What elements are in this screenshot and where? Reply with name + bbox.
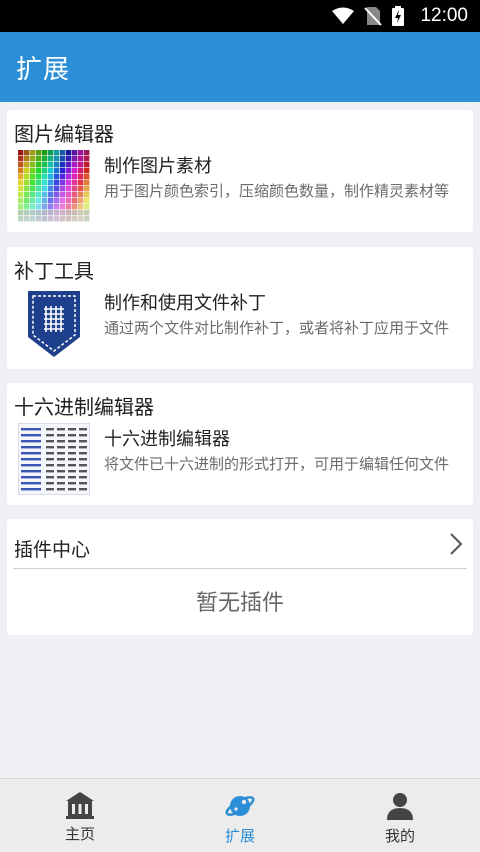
nav-item-profile[interactable]: 我的 — [320, 779, 480, 852]
patch-badge-icon — [28, 291, 80, 357]
app-bar: 扩展 — [0, 32, 480, 102]
nav-label-profile: 我的 — [384, 827, 415, 845]
nav-item-home[interactable]: 主页 — [0, 779, 160, 852]
plugin-center-card: 插件中心 暂无插件 — [7, 519, 473, 635]
nav-label-home: 主页 — [64, 825, 95, 843]
patch-tool-card[interactable]: 补丁工具 制作和使用文件补丁 通过两个文件对比制作补丁，或者将补丁应用于文件 — [7, 247, 473, 369]
clock: 12:00 — [420, 5, 468, 26]
home-icon — [66, 792, 94, 819]
status-bar: 12:00 — [0, 0, 480, 32]
hex-editor-section-title: 十六进制编辑器 — [14, 395, 154, 419]
image-editor-title: 制作图片素材 — [104, 156, 212, 177]
image-editor-description: 用于图片颜色索引，压缩颜色数量，制作精灵素材等 — [104, 182, 450, 200]
wifi-icon — [332, 7, 355, 24]
chevron-right-icon[interactable] — [449, 532, 463, 556]
nav-label-extensions: 扩展 — [224, 827, 255, 845]
nav-item-extensions[interactable]: 扩展 — [160, 779, 320, 852]
image-editor-section-title: 图片编辑器 — [14, 122, 114, 146]
image-editor-card[interactable]: 图片编辑器 制作图片素材 用于图片颜色索引，压缩颜色数量，制作精灵素材等 — [7, 110, 473, 232]
hex-editor-title: 十六进制编辑器 — [104, 429, 230, 450]
color-palette-icon — [18, 150, 90, 222]
divider — [13, 568, 467, 569]
page-title: 扩展 — [16, 54, 71, 85]
no-sim-icon — [364, 7, 383, 26]
hex-dump-icon — [18, 423, 90, 495]
hex-editor-description: 将文件已十六进制的形式打开，可用于编辑任何文件 — [104, 455, 450, 473]
hex-editor-card[interactable]: 十六进制编辑器 十六进制编辑器 将文件已十六进制的形式打开，可用于编辑任何文件 — [7, 383, 473, 505]
planet-icon — [225, 796, 255, 816]
user-icon — [387, 793, 413, 820]
patch-tool-section-title: 补丁工具 — [14, 259, 94, 283]
bottom-navigation: 主页 扩展 我的 — [0, 778, 480, 852]
battery-charging-icon — [392, 6, 405, 26]
empty-plugins-text: 暂无插件 — [195, 591, 284, 616]
plugin-center-header[interactable]: 插件中心 — [14, 535, 90, 562]
patch-tool-description: 通过两个文件对比制作补丁，或者将补丁应用于文件 — [104, 319, 450, 337]
patch-tool-title: 制作和使用文件补丁 — [104, 293, 266, 314]
